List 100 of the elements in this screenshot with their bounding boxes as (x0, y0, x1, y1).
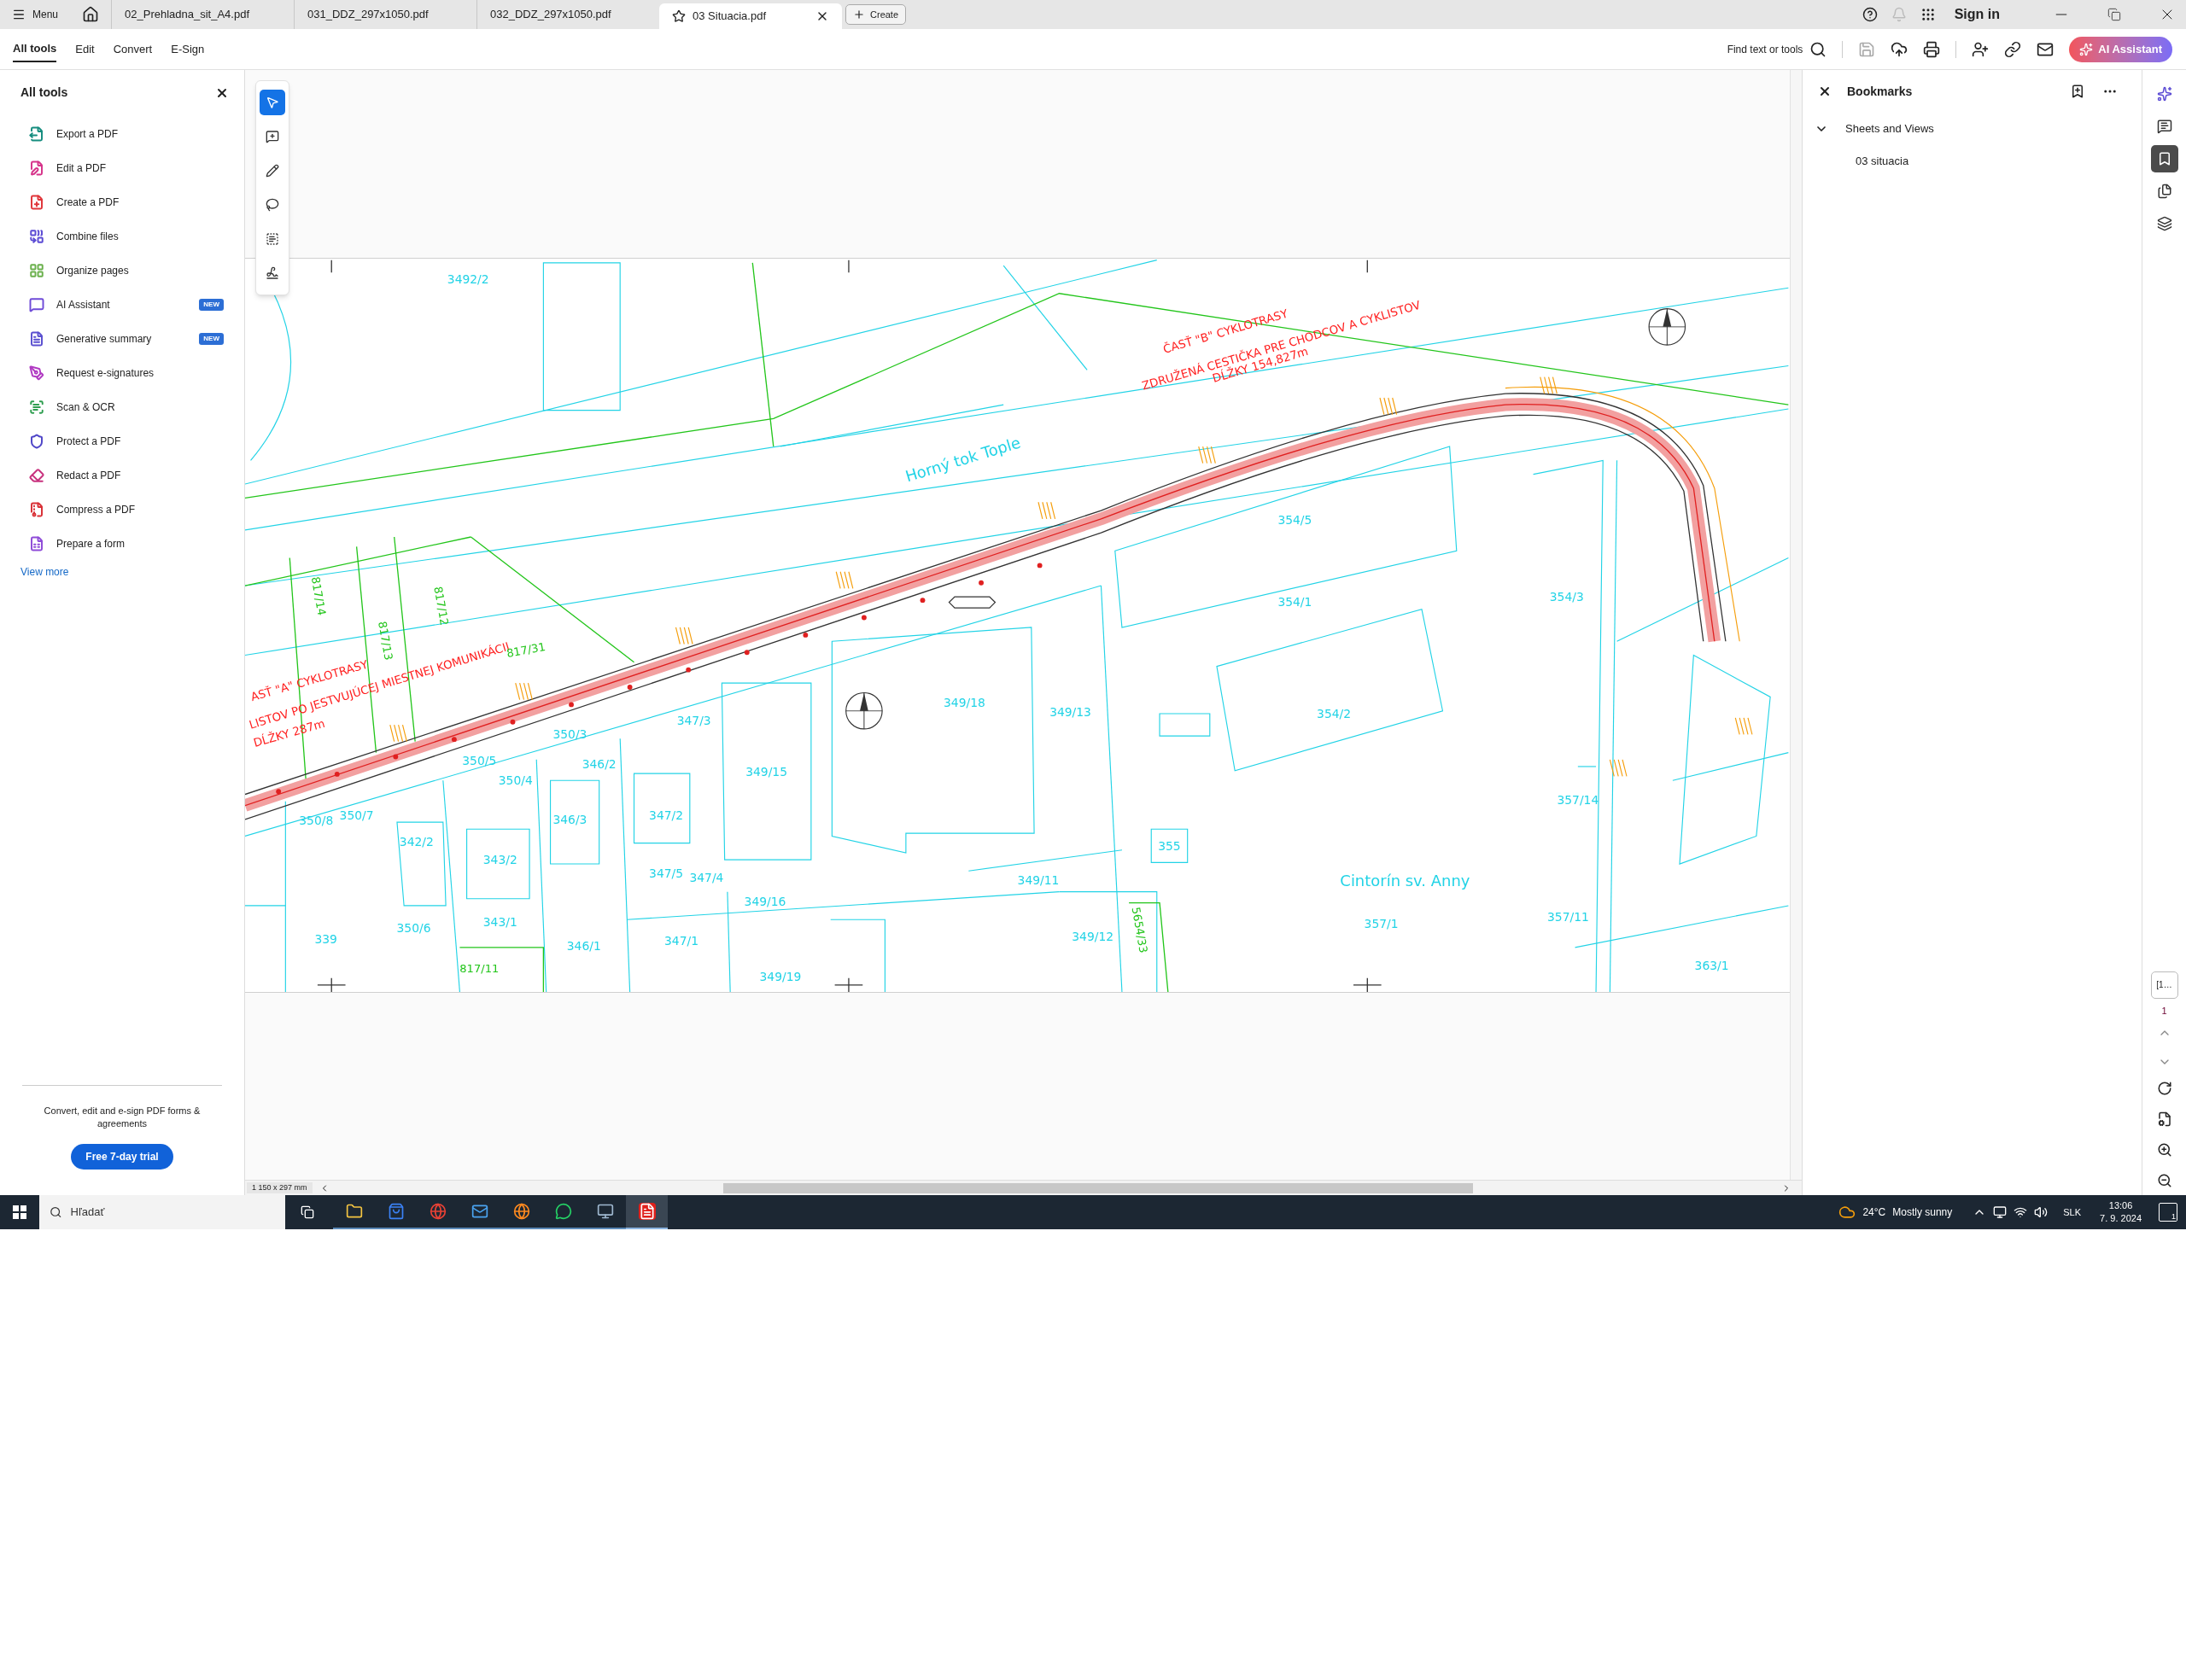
parcel-number: 347/1 (664, 933, 698, 948)
spreadsheet-icon[interactable] (29, 536, 44, 551)
tool-item[interactable]: Scan & OCR (56, 400, 224, 415)
place-name: Cintorín sv. Anny (1340, 872, 1470, 890)
tool-item[interactable]: Generative summary (56, 331, 200, 347)
view-more-link[interactable]: View more (0, 564, 244, 580)
grid-icon[interactable] (29, 263, 44, 278)
pointer-icon (266, 96, 279, 109)
tool-item[interactable]: Compress a PDF (56, 502, 224, 517)
tool-item[interactable]: Prepare a form (56, 536, 224, 551)
monitor-icon[interactable] (1993, 1205, 2008, 1219)
parcel-number: 342/2 (399, 834, 434, 849)
temperature: 24°C (1862, 1205, 1886, 1220)
parcel-number: 350/6 (396, 920, 431, 935)
menu-icon (12, 8, 26, 21)
bookmark-add-icon[interactable] (2070, 84, 2085, 99)
parcel-number: 349/13 (1049, 705, 1091, 720)
parcel-number: 355 (1158, 838, 1181, 853)
menu-tab[interactable]: Edit (75, 36, 95, 62)
tool-item[interactable]: Redact a PDF (56, 468, 224, 483)
user-plus-icon[interactable] (1972, 40, 1990, 58)
file-pen-icon[interactable] (29, 160, 44, 176)
rotate-icon[interactable] (2156, 1081, 2172, 1096)
parcel-number: 350/7 (339, 808, 374, 822)
parcel-number: 343/1 (482, 915, 517, 930)
pen-icon[interactable] (29, 365, 44, 381)
tool-item[interactable]: Protect a PDF (56, 434, 224, 449)
document-icon[interactable] (29, 331, 44, 347)
free-trial-button[interactable]: Free 7-day trial (71, 1144, 173, 1170)
sign-in-button[interactable]: Sign in (1949, 4, 2005, 25)
home-icon[interactable] (82, 6, 100, 23)
menu-tab[interactable]: E-Sign (171, 36, 205, 62)
page-field[interactable]: [1… (2150, 971, 2178, 999)
clock[interactable]: 13:06 7. 9. 2024 (2100, 1199, 2142, 1225)
parcel-number: 357/11 (1547, 909, 1589, 924)
scan-icon[interactable] (29, 400, 44, 415)
bookmark-item[interactable]: 03 situacia (1856, 153, 1909, 170)
scrollbar-thumb[interactable] (723, 1182, 1474, 1193)
parcel-number: 349/12 (1072, 929, 1114, 943)
parcel-number: 817/14 (308, 575, 329, 617)
parcel-number: 349/19 (759, 969, 802, 983)
cloud-upload-icon[interactable] (1891, 40, 1908, 58)
restore-icon[interactable] (2107, 8, 2121, 21)
bookmark-item[interactable]: Sheets and Views (1845, 120, 1934, 137)
help-icon[interactable] (1862, 7, 1878, 22)
menu-button[interactable]: Menu (0, 0, 71, 29)
parcel-number: 347/4 (689, 871, 724, 885)
close-icon[interactable] (1818, 85, 1832, 98)
taskbar-search-field[interactable]: Hľadať (39, 1195, 285, 1229)
search-input[interactable]: Hľadať (70, 1204, 275, 1221)
apps-grid-icon[interactable] (1920, 7, 1936, 22)
create-button[interactable]: Create (845, 4, 907, 25)
combine-icon[interactable] (29, 229, 44, 244)
parcel-number: 3492/2 (447, 272, 489, 287)
zoom-in-icon[interactable] (2156, 1142, 2172, 1158)
tool-item[interactable]: AI Assistant (56, 297, 200, 312)
chat-bubble-icon (554, 1203, 572, 1220)
search-icon[interactable] (1809, 40, 1827, 58)
star-icon[interactable] (672, 9, 687, 23)
comment-icon (2156, 119, 2172, 134)
zoom-out-icon[interactable] (2156, 1173, 2172, 1188)
notification-center[interactable]: 1 (2159, 1203, 2177, 1222)
weather-icon[interactable] (1838, 1204, 1856, 1221)
network-icon[interactable] (2014, 1205, 2028, 1219)
file-arrow-icon[interactable] (29, 126, 44, 142)
taskbar-app[interactable] (626, 1195, 668, 1229)
shield-icon[interactable] (29, 434, 44, 449)
tool-item[interactable]: Request e-signatures (56, 365, 224, 381)
archive-icon[interactable] (29, 502, 44, 517)
document-tab[interactable]: 031_DDZ_297x1050.pdf (294, 0, 477, 29)
tool-item[interactable]: Create a PDF (56, 195, 224, 210)
document-tab[interactable]: 03 Situacia.pdf (659, 3, 843, 29)
vertical-scrollbar[interactable] (1790, 70, 1802, 1180)
chat-bubble-icon[interactable] (29, 297, 44, 312)
page-size: 1 150 x 297 mm (247, 1181, 313, 1194)
speaker-icon[interactable] (2034, 1205, 2049, 1219)
plus-icon (853, 9, 866, 20)
task-view-icon[interactable] (301, 1205, 314, 1219)
tool-item[interactable]: Edit a PDF (56, 160, 224, 176)
language-indicator[interactable]: SLK (2063, 1205, 2082, 1220)
eraser-icon[interactable] (29, 468, 44, 483)
find-label[interactable]: Find text or tools (1727, 41, 1803, 57)
parcel-number: 350/4 (498, 773, 533, 788)
link-icon[interactable] (2004, 40, 2022, 58)
menu-tab[interactable]: All tools (13, 36, 57, 62)
tool-item[interactable]: Combine files (56, 229, 224, 244)
tool-item[interactable]: Export a PDF (56, 126, 224, 142)
shopping-bag-icon (387, 1203, 405, 1220)
globe-icon (429, 1203, 447, 1220)
file-settings-icon[interactable] (2156, 1111, 2172, 1127)
document-tab[interactable]: 02_Prehladna_sit_A4.pdf (111, 0, 295, 29)
ai-assistant-button[interactable]: AI Assistant (2069, 36, 2172, 62)
printer-icon[interactable] (1923, 40, 1941, 58)
rail-button[interactable] (2150, 145, 2178, 172)
parcel-number: 339 (314, 931, 337, 946)
tool-item[interactable]: Organize pages (56, 263, 224, 278)
file-plus-icon[interactable] (29, 195, 44, 210)
sparkle-icon (2156, 86, 2172, 102)
parcel-number: 5654/33 (1129, 906, 1150, 954)
menu-tab[interactable]: Convert (113, 36, 153, 62)
